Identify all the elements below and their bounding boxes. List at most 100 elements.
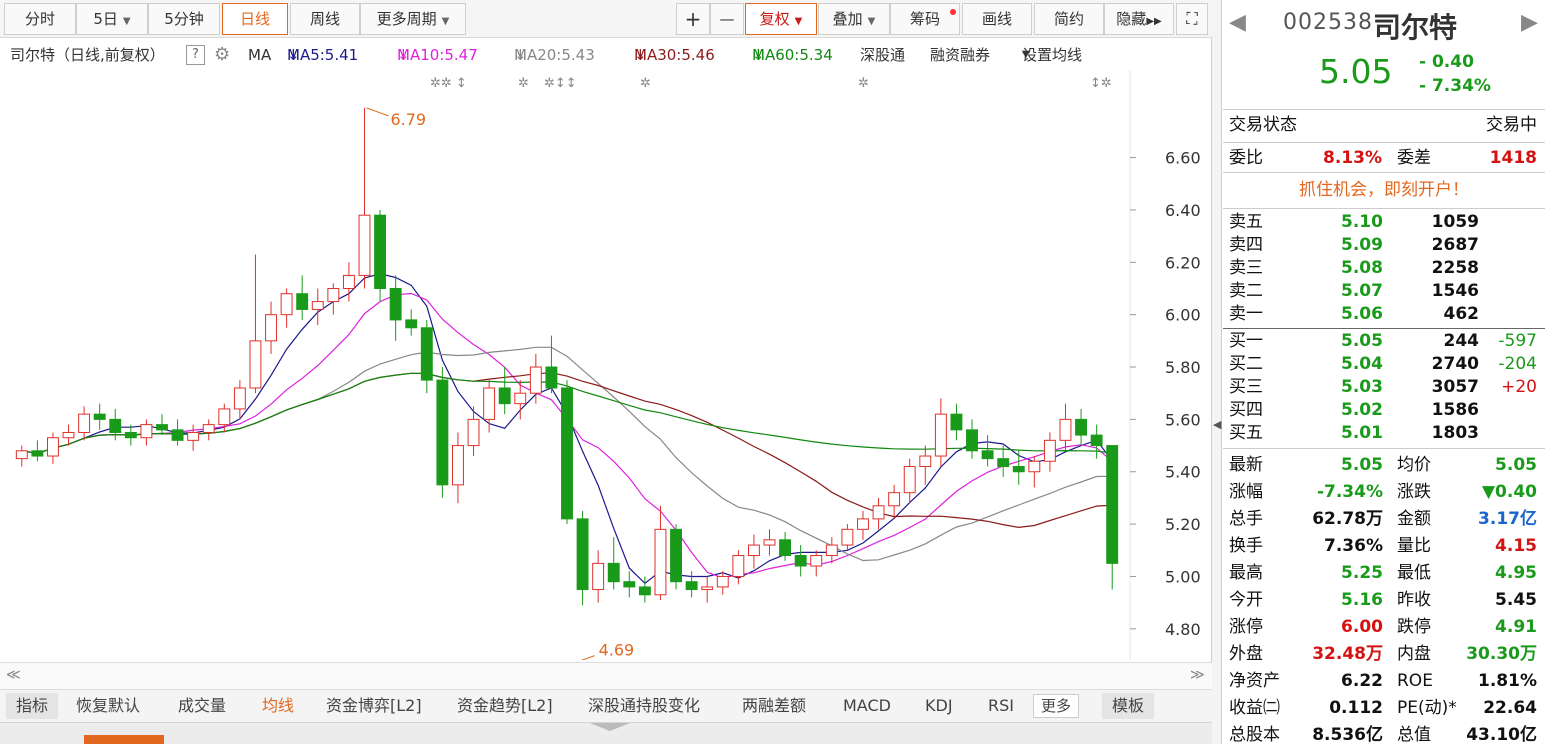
candle-body bbox=[1059, 418, 1072, 441]
scroll-left-icon[interactable]: ≪ bbox=[6, 667, 21, 683]
event-marker[interactable]: ↕✲ bbox=[1090, 76, 1112, 91]
event-marker[interactable]: ✲ bbox=[858, 76, 869, 91]
candle-body bbox=[934, 413, 947, 457]
scroll-right-icon[interactable]: ≫ bbox=[1190, 667, 1205, 683]
yincang-button[interactable]: 隐藏▶▶ bbox=[1104, 3, 1174, 35]
stat-label: PE(动)* bbox=[1397, 698, 1457, 718]
event-marker[interactable]: ✲ bbox=[640, 76, 651, 91]
stat-label: 今开 bbox=[1229, 590, 1263, 610]
y-tick-label: 6.00 bbox=[1165, 306, 1201, 325]
candle-body bbox=[607, 562, 620, 583]
candle-body bbox=[452, 445, 464, 486]
stat-label: 涨幅 bbox=[1229, 482, 1263, 502]
bid-volume: 3057 bbox=[1431, 377, 1479, 397]
settings-gear-icon[interactable]: ⚙ bbox=[214, 40, 230, 70]
stat-value: 4.95 bbox=[1495, 563, 1537, 583]
tab-sgt-change[interactable]: 深股通持股变化 bbox=[588, 690, 700, 722]
high-price-label: 6.79 bbox=[390, 110, 426, 129]
y-tick-label: 4.80 bbox=[1165, 620, 1201, 639]
tab-macd[interactable]: MACD bbox=[843, 690, 891, 722]
tab-zhouxian[interactable]: 周线 bbox=[290, 3, 360, 35]
candle-body bbox=[966, 429, 978, 452]
candle-body bbox=[1028, 460, 1041, 473]
tab-lrce[interactable]: 两融差额 bbox=[742, 690, 806, 722]
low-pointer bbox=[581, 655, 595, 660]
caret-down-icon: ▼ bbox=[1022, 49, 1030, 60]
tab-ma[interactable]: 均线 bbox=[262, 690, 294, 722]
candlestick-chart[interactable]: 6.60 6.40 6.20 6.00 5.80 5.60 5.40 5.20 5.00 4.80… bbox=[0, 70, 1212, 660]
event-marker[interactable]: ✲✲ ↕ bbox=[430, 76, 467, 91]
open-account-link[interactable]: 抓住机会，即刻开户！ bbox=[1223, 172, 1545, 208]
candle-body bbox=[46, 437, 59, 457]
down-arrow-icon: ↓ bbox=[514, 46, 527, 64]
tab-5day[interactable]: 5日 ▼ bbox=[76, 3, 148, 35]
tab-reset[interactable]: 恢复默认 bbox=[76, 690, 140, 722]
candle-body bbox=[654, 528, 667, 596]
bid-row: 买四 5.02 1586 bbox=[1223, 399, 1545, 422]
y-tick-label: 5.20 bbox=[1165, 515, 1201, 534]
stat-row: 总股本 8.536亿 总值 43.10亿 bbox=[1223, 722, 1545, 744]
diejia-button[interactable]: 叠加 ▼ bbox=[818, 3, 890, 35]
candle-body bbox=[529, 366, 542, 394]
zoom-out-button[interactable]: — bbox=[710, 3, 744, 35]
ma-legend: 司尔特（日线,前复权） ? ⚙ MA MA5:5.41 ↓ MA10:5.47 … bbox=[0, 40, 1212, 70]
shgt-link[interactable]: 深股通 bbox=[860, 40, 905, 70]
candle-body bbox=[358, 214, 371, 276]
stock-code: 002538 bbox=[1283, 10, 1373, 35]
collapse-handle[interactable] bbox=[590, 723, 630, 731]
tab-volume[interactable]: 成交量 bbox=[178, 690, 226, 722]
y-tick-label: 5.40 bbox=[1165, 463, 1201, 482]
low-price-label: 4.69 bbox=[599, 641, 635, 660]
stat-label: 总值 bbox=[1397, 725, 1431, 744]
tab-rsi[interactable]: RSI bbox=[988, 690, 1014, 722]
huaxian-button[interactable]: 画线 bbox=[962, 3, 1032, 35]
ask-row: 卖二 5.07 1546 bbox=[1223, 280, 1545, 303]
tab-zjqs[interactable]: 资金趋势[L2] bbox=[457, 690, 553, 722]
event-marker[interactable]: ✲ bbox=[518, 76, 529, 91]
chart-scrollbar[interactable]: ≪ ≫ bbox=[0, 662, 1212, 690]
event-marker[interactable]: ✲↕↕ bbox=[544, 76, 577, 91]
candle-body bbox=[701, 586, 714, 591]
ask-row: 卖五 5.10 1059 bbox=[1223, 211, 1545, 234]
stat-label: 外盘 bbox=[1229, 644, 1263, 664]
ask-label: 卖三 bbox=[1229, 258, 1263, 278]
bid-volume: 244 bbox=[1443, 331, 1480, 351]
candle-body bbox=[1106, 445, 1119, 564]
prev-stock-icon[interactable]: ◀ bbox=[1229, 10, 1246, 35]
collapse-left-icon[interactable]: ◀ bbox=[1213, 418, 1221, 431]
chouma-button[interactable]: 筹码 bbox=[890, 3, 960, 35]
y-tick-label: 6.40 bbox=[1165, 201, 1201, 220]
stat-value: 32.48万 bbox=[1312, 644, 1383, 664]
fuquan-button[interactable]: 复权 ▼ bbox=[745, 3, 817, 35]
tab-5min[interactable]: 5分钟 bbox=[148, 3, 220, 35]
ask-volume: 2258 bbox=[1431, 258, 1479, 278]
candle-body bbox=[872, 505, 885, 520]
bid-row: 买二 5.04 2740 -204 bbox=[1223, 353, 1545, 376]
tab-zjby[interactable]: 资金博弈[L2] bbox=[326, 690, 422, 722]
stat-value: 5.45 bbox=[1495, 590, 1537, 610]
tab-rixian[interactable]: 日线 bbox=[222, 3, 288, 35]
candle-body bbox=[685, 581, 698, 591]
candle-body bbox=[638, 586, 651, 596]
tab-zhibiao[interactable]: 指标 bbox=[6, 693, 59, 719]
tab-fenshi[interactable]: 分时 bbox=[4, 3, 76, 35]
candle-body bbox=[950, 413, 963, 431]
zoom-in-button[interactable]: + bbox=[676, 3, 710, 35]
ask-price: 5.06 bbox=[1341, 304, 1383, 324]
tab-more[interactable]: 更多 bbox=[1033, 694, 1080, 718]
candle-body bbox=[109, 418, 122, 433]
rzrq-link[interactable]: 融资融券 bbox=[930, 40, 990, 70]
candle-body bbox=[623, 581, 636, 588]
tab-kdj[interactable]: KDJ bbox=[925, 690, 953, 722]
fullscreen-icon[interactable]: ⛶ bbox=[1176, 3, 1208, 35]
diejia-label: 叠加 bbox=[832, 10, 863, 28]
panel-splitter[interactable]: ◀ bbox=[1212, 0, 1222, 744]
jianyue-button[interactable]: 简约 bbox=[1034, 3, 1104, 35]
next-stock-icon[interactable]: ▶ bbox=[1521, 10, 1538, 35]
stat-label: 均价 bbox=[1397, 455, 1431, 475]
tab-template[interactable]: 模板 bbox=[1102, 693, 1155, 719]
stat-label: 最低 bbox=[1397, 563, 1431, 583]
stat-value: 62.78万 bbox=[1312, 509, 1383, 529]
tab-more-period[interactable]: 更多周期 ▼ bbox=[360, 3, 466, 35]
stat-value: 4.15 bbox=[1495, 536, 1537, 556]
